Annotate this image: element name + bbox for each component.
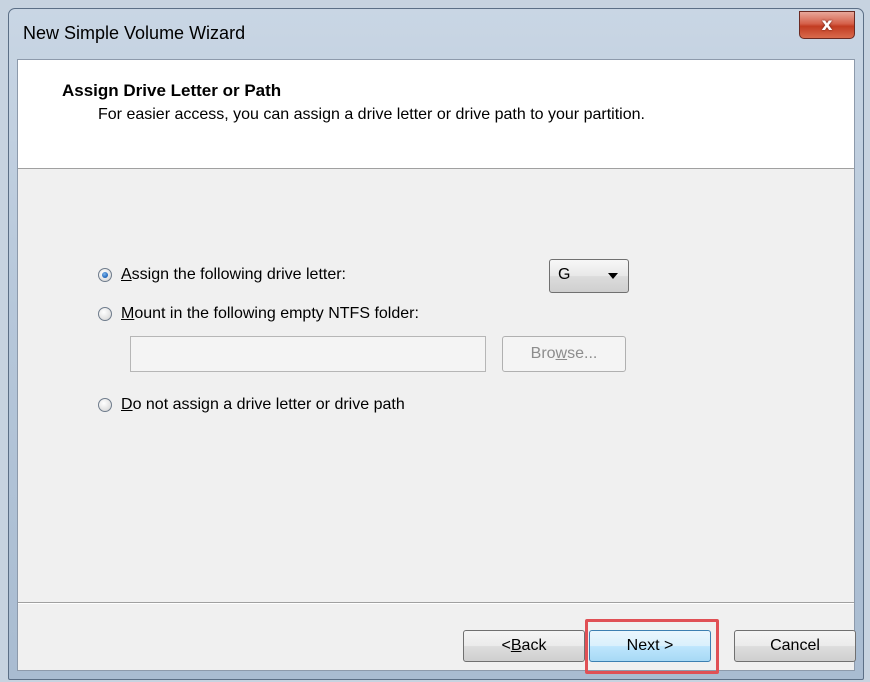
close-button[interactable]: x (799, 11, 855, 39)
assign-letter-radio[interactable] (98, 268, 112, 282)
option-no-drive-letter[interactable]: Do not assign a drive letter or drive pa… (98, 396, 405, 414)
option-mount-folder[interactable]: Mount in the following empty NTFS folder… (98, 305, 419, 323)
mount-folder-label: Mount in the following empty NTFS folder… (121, 305, 419, 322)
drive-letter-dropdown[interactable]: G (549, 259, 629, 293)
mount-folder-radio[interactable] (98, 307, 112, 321)
back-button[interactable]: < Back (463, 630, 585, 662)
no-letter-radio[interactable] (98, 398, 112, 412)
title-bar[interactable]: New Simple Volume Wizard x (9, 9, 863, 61)
window-title: New Simple Volume Wizard (23, 23, 246, 43)
wizard-window: New Simple Volume Wizard x Assign Drive … (8, 8, 864, 680)
next-button-highlight (585, 619, 719, 674)
drive-letter-value: G (558, 266, 571, 283)
page-subtitle: For easier access, you can assign a driv… (98, 106, 645, 123)
wizard-body: Assign Drive Letter or Path For easier a… (17, 59, 856, 674)
wizard-header: Assign Drive Letter or Path For easier a… (18, 60, 854, 169)
no-letter-label: Do not assign a drive letter or drive pa… (121, 396, 405, 413)
option-assign-drive-letter[interactable]: Assign the following drive letter: (98, 266, 346, 284)
footer-separator (18, 602, 854, 604)
chevron-down-icon (608, 273, 618, 279)
cancel-button[interactable]: Cancel (734, 630, 856, 662)
close-icon: x (821, 15, 833, 35)
page-title: Assign Drive Letter or Path (62, 81, 282, 100)
folder-path-input[interactable] (130, 336, 486, 372)
browse-button[interactable]: Bro w se... (502, 336, 626, 372)
assign-letter-label: Assign the following drive letter: (121, 266, 346, 283)
